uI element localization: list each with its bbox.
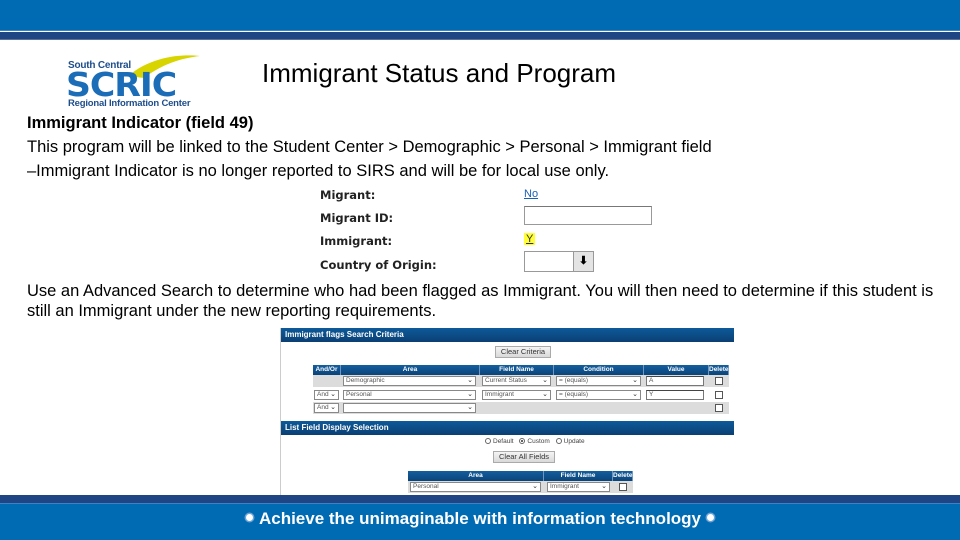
advanced-search-panel: Immigrant flags Search Criteria Clear Cr… bbox=[280, 328, 734, 495]
condition-value: = (equals) bbox=[559, 377, 589, 384]
slide-title: Immigrant Status and Program bbox=[262, 58, 617, 88]
logo-bottom-text: Regional Information Center bbox=[68, 98, 191, 109]
immigrant-value-link[interactable]: Y bbox=[524, 233, 536, 245]
migrant-label: Migrant: bbox=[320, 188, 376, 202]
condition-select[interactable]: = (equals) ⌄ bbox=[556, 390, 641, 400]
clear-all-fields-button[interactable]: Clear All Fields bbox=[493, 451, 555, 463]
chevron-down-icon: ⌄ bbox=[632, 391, 638, 398]
condition-value: = (equals) bbox=[559, 391, 589, 398]
col-delete: Delete bbox=[709, 365, 729, 375]
migrant-id-label: Migrant ID: bbox=[320, 211, 394, 225]
display-col-delete: Delete bbox=[613, 471, 633, 481]
body-paragraph-2: Use an Advanced Search to determine who … bbox=[27, 282, 934, 320]
chevron-down-icon: ⌄ bbox=[467, 391, 473, 398]
search-criteria-header: Immigrant flags Search Criteria bbox=[281, 328, 734, 342]
country-of-origin-label: Country of Origin: bbox=[320, 258, 437, 272]
display-mode-radio-group: Default Custom Update bbox=[481, 438, 585, 445]
footer-tagline: Achieve the unimaginable with informatio… bbox=[0, 509, 960, 529]
col-value: Value bbox=[644, 365, 709, 375]
and-or-select[interactable]: And ⌄ bbox=[314, 390, 339, 400]
footer-stripe bbox=[0, 495, 960, 503]
and-or-value: And bbox=[317, 391, 329, 398]
area-select[interactable]: Demographic ⌄ bbox=[343, 376, 476, 386]
field-name-select[interactable]: Immigrant ⌄ bbox=[482, 390, 551, 400]
clear-criteria-button[interactable]: Clear Criteria bbox=[495, 346, 551, 358]
top-banner-stripe bbox=[0, 32, 960, 40]
bullet-icon bbox=[707, 514, 715, 522]
chevron-down-icon: ⌄ bbox=[601, 483, 607, 490]
logo-acronym: SCRIC bbox=[66, 65, 177, 104]
display-delete-checkbox[interactable] bbox=[619, 483, 627, 491]
dropdown-arrow-icon[interactable]: ⬇ bbox=[573, 252, 593, 271]
col-field-name: Field Name bbox=[480, 365, 554, 375]
chevron-down-icon: ⌄ bbox=[542, 377, 548, 384]
display-field-name-value: Immigrant bbox=[550, 483, 579, 490]
chevron-down-icon: ⌄ bbox=[632, 377, 638, 384]
display-field-name-select[interactable]: Immigrant ⌄ bbox=[547, 482, 610, 492]
display-area-value: Personal bbox=[413, 483, 439, 490]
chevron-down-icon: ⌄ bbox=[330, 391, 336, 398]
chevron-down-icon: ⌄ bbox=[532, 483, 538, 490]
value-input[interactable]: Y bbox=[646, 390, 704, 400]
area-select[interactable]: Personal ⌄ bbox=[343, 390, 476, 400]
radio-update-label: Update bbox=[563, 438, 585, 445]
delete-checkbox[interactable] bbox=[715, 377, 723, 385]
body-line-2: –Immigrant Indicator is no longer report… bbox=[27, 162, 610, 180]
col-condition: Condition bbox=[554, 365, 644, 375]
display-area-select[interactable]: Personal ⌄ bbox=[410, 482, 541, 492]
col-area: Area bbox=[341, 365, 480, 375]
chevron-down-icon: ⌄ bbox=[330, 404, 336, 411]
country-of-origin-select[interactable]: ⬇ bbox=[524, 251, 594, 272]
field-name-value: Current Status bbox=[485, 377, 527, 384]
field-name-select[interactable]: Current Status ⌄ bbox=[482, 376, 551, 386]
delete-checkbox[interactable] bbox=[715, 391, 723, 399]
scric-logo: South Central SCRIC Regional Information… bbox=[64, 52, 206, 110]
chevron-down-icon: ⌄ bbox=[467, 377, 473, 384]
migrant-id-input[interactable] bbox=[524, 206, 652, 225]
field-name-value: Immigrant bbox=[485, 391, 514, 398]
migrant-value-link[interactable]: No bbox=[524, 188, 538, 200]
migrant-form-panel: Migrant: No Migrant ID: Immigrant: Y Cou… bbox=[312, 183, 668, 277]
and-or-select[interactable]: And ⌄ bbox=[314, 403, 339, 413]
immigrant-label: Immigrant: bbox=[320, 234, 393, 248]
radio-custom-label: Custom bbox=[527, 438, 550, 445]
radio-custom[interactable] bbox=[519, 438, 526, 445]
chevron-down-icon: ⌄ bbox=[467, 404, 473, 411]
col-and-or: And/Or bbox=[313, 365, 341, 375]
chevron-down-icon: ⌄ bbox=[542, 391, 548, 398]
display-col-field-name: Field Name bbox=[544, 471, 613, 481]
radio-default[interactable] bbox=[485, 438, 491, 445]
area-select[interactable]: ⌄ bbox=[343, 403, 476, 413]
and-or-value: And bbox=[317, 404, 329, 411]
display-selection-header: List Field Display Selection bbox=[281, 421, 734, 435]
value-input[interactable]: A bbox=[646, 376, 704, 386]
bullet-icon bbox=[245, 514, 253, 522]
area-value: Personal bbox=[346, 391, 372, 398]
delete-checkbox[interactable] bbox=[715, 404, 723, 412]
body-line-1: This program will be linked to the Stude… bbox=[27, 138, 712, 156]
display-col-area: Area bbox=[408, 471, 544, 481]
radio-default-label: Default bbox=[493, 438, 514, 445]
section-heading: Immigrant Indicator (field 49) bbox=[27, 114, 254, 132]
footer-tagline-text: Achieve the unimaginable with informatio… bbox=[258, 509, 702, 528]
top-banner bbox=[0, 0, 960, 31]
condition-select[interactable]: = (equals) ⌄ bbox=[556, 376, 641, 386]
area-value: Demographic bbox=[346, 377, 385, 384]
radio-update[interactable] bbox=[555, 438, 562, 445]
